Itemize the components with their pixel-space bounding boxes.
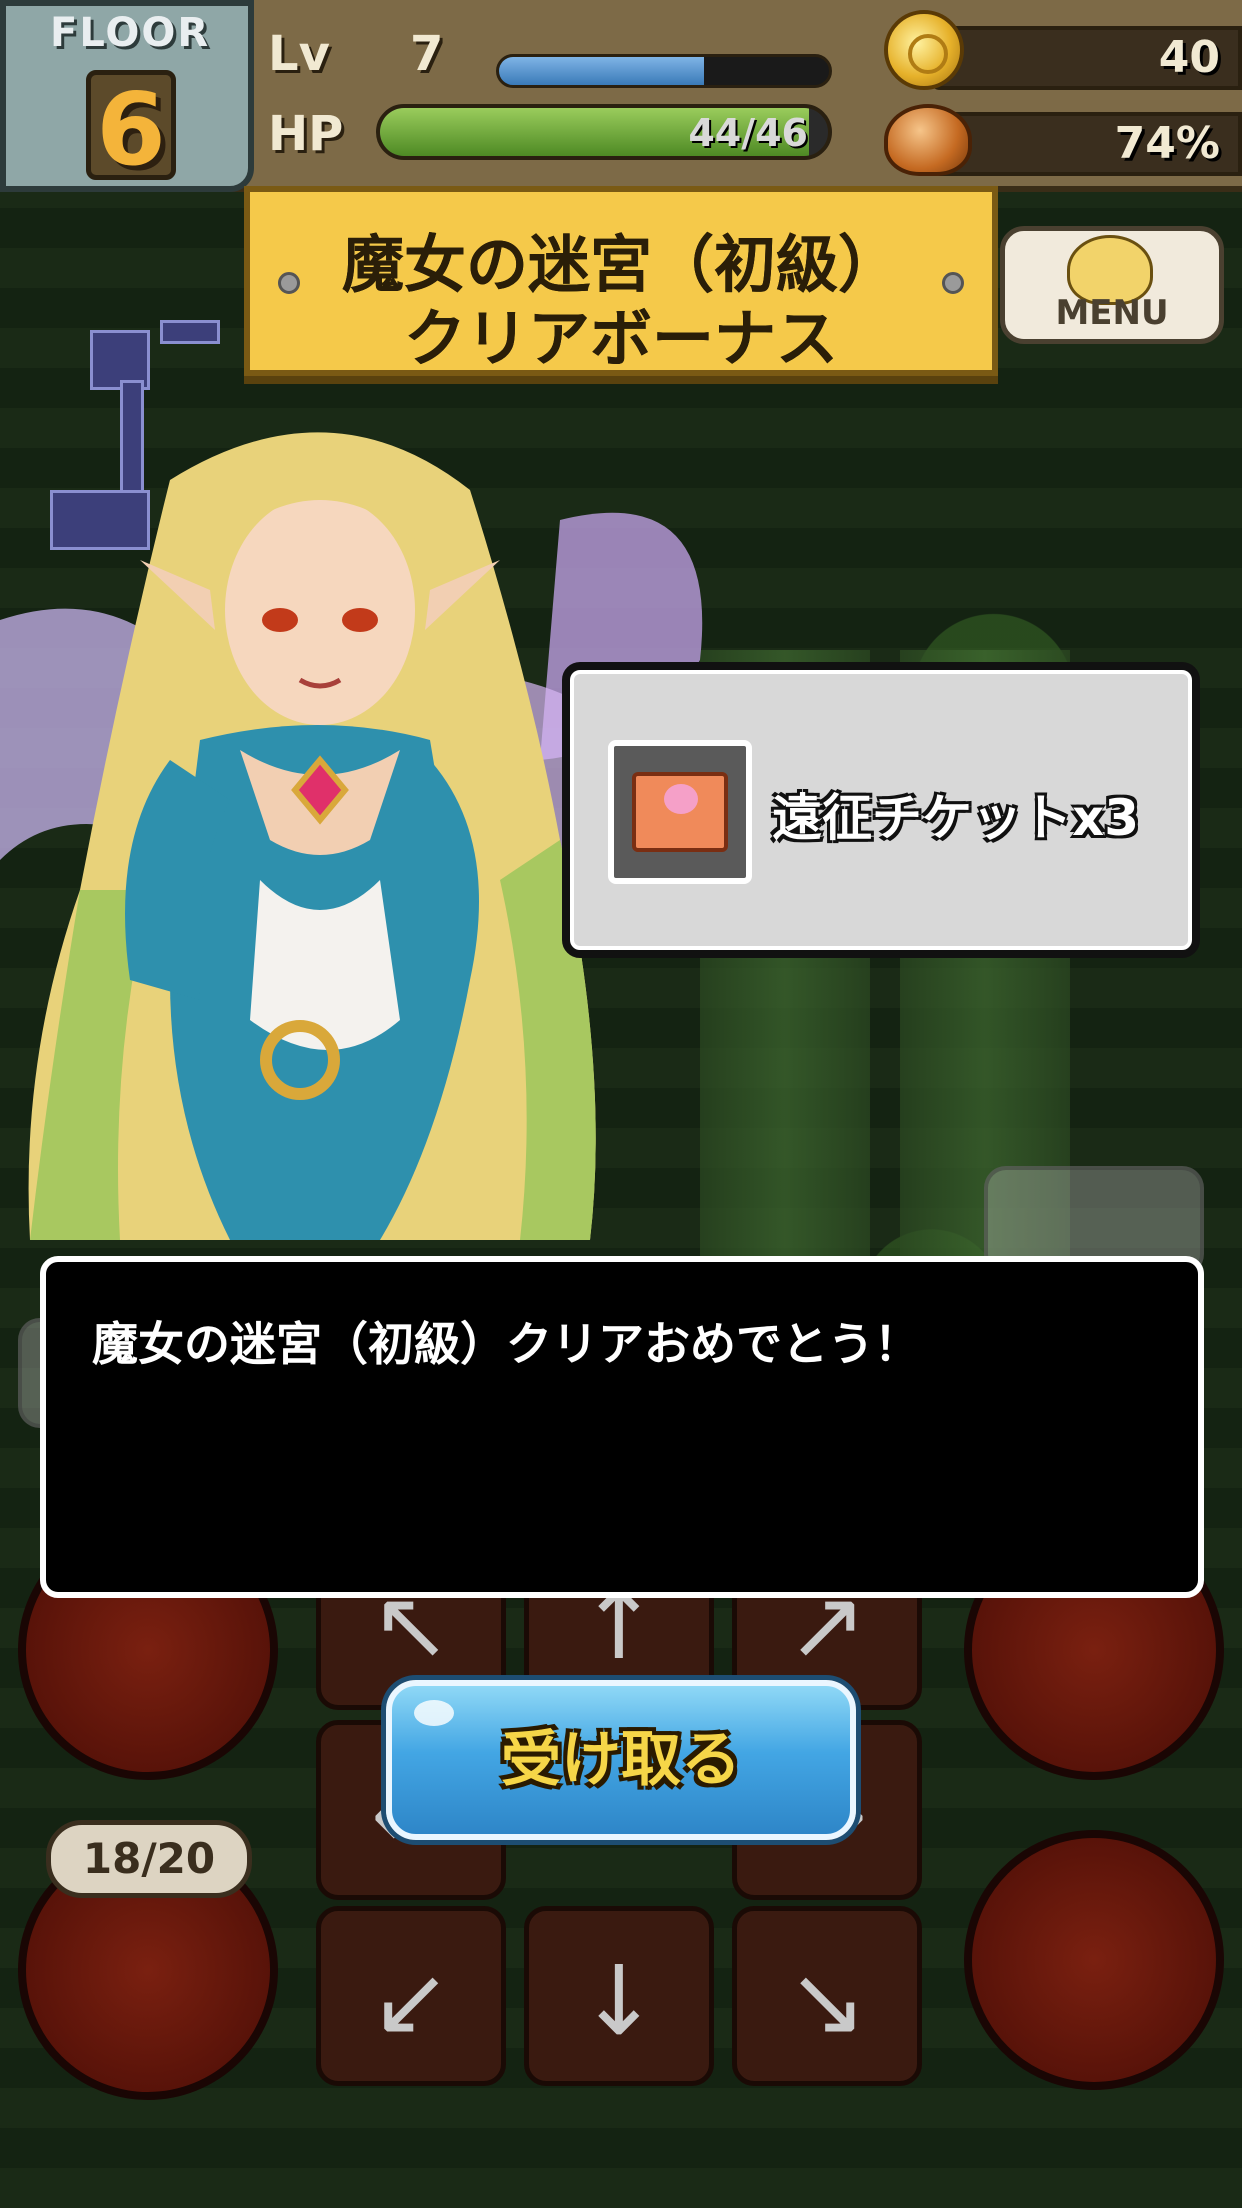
food-value: 74% — [1114, 118, 1220, 169]
menu-button[interactable]: MENU — [1000, 226, 1224, 344]
floor-indicator: FLOOR 6 — [0, 0, 254, 192]
level-label: Lv — [268, 26, 330, 82]
receive-button-label: 受け取る — [501, 1725, 741, 1795]
floor-label: FLOOR — [50, 10, 211, 56]
arrow-down-icon: ↓ — [578, 1945, 660, 2057]
dpad-down-right[interactable]: ↘ — [732, 1906, 922, 2086]
status-hud: FLOOR 6 Lv 7 HP 44/46 40 74% — [0, 0, 1242, 192]
hp-bar: 44/46 — [376, 104, 832, 160]
hp-text: 44/46 — [688, 111, 808, 155]
arrow-down-right-icon: ↘ — [786, 1945, 868, 2057]
food-counter: 74% — [930, 112, 1242, 176]
coin-counter: 40 — [930, 26, 1242, 90]
banner-subtitle: クリアボーナス — [403, 302, 838, 375]
floor-number: 6 — [86, 70, 176, 185]
bread-icon — [884, 104, 972, 176]
ticket-icon — [632, 772, 728, 852]
reward-item-text: 遠征チケットx3 — [772, 789, 1140, 847]
reward-item-frame — [608, 740, 752, 884]
arrow-down-left-icon: ↙ — [370, 1945, 452, 2057]
xp-bar-fill — [499, 57, 704, 85]
dpad-down-left[interactable]: ↙ — [316, 1906, 506, 2086]
dialog-message-box: 魔女の迷宮（初級）クリアおめでとう！ — [40, 1256, 1204, 1598]
bow-action-button[interactable] — [964, 1830, 1224, 2090]
xp-bar — [496, 54, 832, 88]
dialog-message-text: 魔女の迷宮（初級）クリアおめでとう！ — [92, 1317, 920, 1371]
coin-icon — [884, 10, 964, 90]
dpad-down[interactable]: ↓ — [524, 1906, 714, 2086]
receive-button[interactable]: 受け取る — [386, 1680, 856, 1840]
reward-panel: 遠征チケットx3 — [562, 662, 1200, 958]
inventory-count: 18/20 — [46, 1820, 252, 1898]
menu-label: MENU — [1055, 293, 1169, 333]
clear-bonus-banner: 魔女の迷宮（初級） クリアボーナス — [244, 186, 998, 376]
level-value: 7 — [410, 26, 444, 82]
hp-label: HP — [268, 106, 344, 162]
coin-value: 40 — [1158, 32, 1220, 83]
